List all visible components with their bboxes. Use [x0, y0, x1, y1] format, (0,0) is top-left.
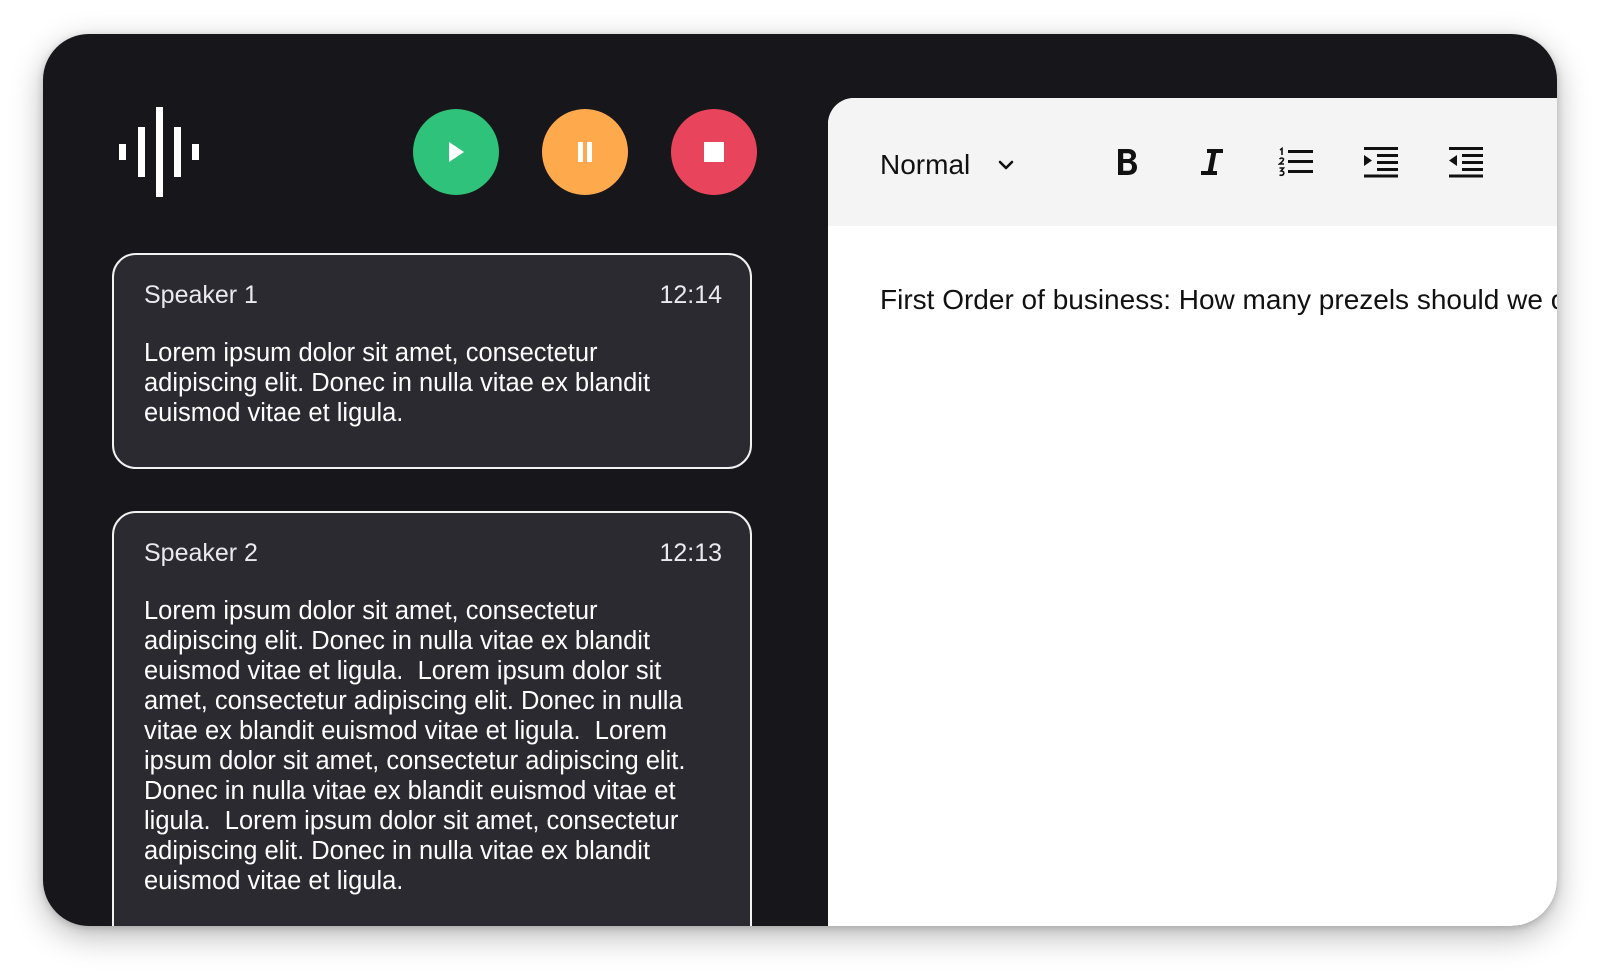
indent-icon [1364, 147, 1398, 178]
indent-button[interactable] [1361, 142, 1401, 182]
pause-button[interactable] [542, 109, 628, 195]
waveform-icon [119, 107, 201, 197]
text-format-select[interactable]: Normal [880, 145, 1014, 185]
editor-text-area[interactable]: First Order of business: How many prezel… [880, 283, 1557, 317]
stop-button[interactable] [671, 109, 757, 195]
play-button[interactable] [413, 109, 499, 195]
pause-icon [578, 142, 592, 162]
outdent-button[interactable] [1446, 142, 1486, 182]
italic-button[interactable] [1192, 142, 1232, 182]
timestamp: 12:14 [659, 281, 722, 309]
app-window: Speaker 1 12:14 Lorem ipsum dolor sit am… [43, 34, 1557, 926]
timestamp: 12:13 [659, 539, 722, 567]
transcript-entry-header: Speaker 1 12:14 [144, 279, 722, 311]
outdent-icon [1449, 147, 1483, 178]
speaker-name: Speaker 2 [144, 539, 258, 567]
editor-toolbar: Normal [828, 98, 1557, 226]
text-format-value: Normal [880, 149, 971, 180]
bold-icon [1118, 149, 1137, 175]
transcript-text: Lorem ipsum dolor sit amet, consectetur … [144, 597, 686, 895]
play-icon [449, 142, 464, 162]
italic-icon [1201, 149, 1223, 175]
transcript-panel: Speaker 1 12:14 Lorem ipsum dolor sit am… [43, 34, 828, 926]
bold-button[interactable] [1107, 142, 1147, 182]
ordered-list-button[interactable] [1276, 142, 1316, 182]
transcript-entry-header: Speaker 2 12:13 [144, 537, 722, 569]
chevron-down-icon [998, 160, 1014, 170]
transcript-entry[interactable]: Speaker 1 12:14 Lorem ipsum dolor sit am… [112, 253, 752, 469]
transcript-text: Lorem ipsum dolor sit amet, consectetur … [144, 339, 651, 427]
transcript-entry[interactable]: Speaker 2 12:13 Lorem ipsum dolor sit am… [112, 511, 752, 926]
stop-icon [704, 142, 724, 162]
ordered-list-icon [1278, 146, 1313, 177]
speaker-name: Speaker 1 [144, 281, 258, 309]
editor-panel: Normal First Order of business: How many… [828, 98, 1557, 926]
